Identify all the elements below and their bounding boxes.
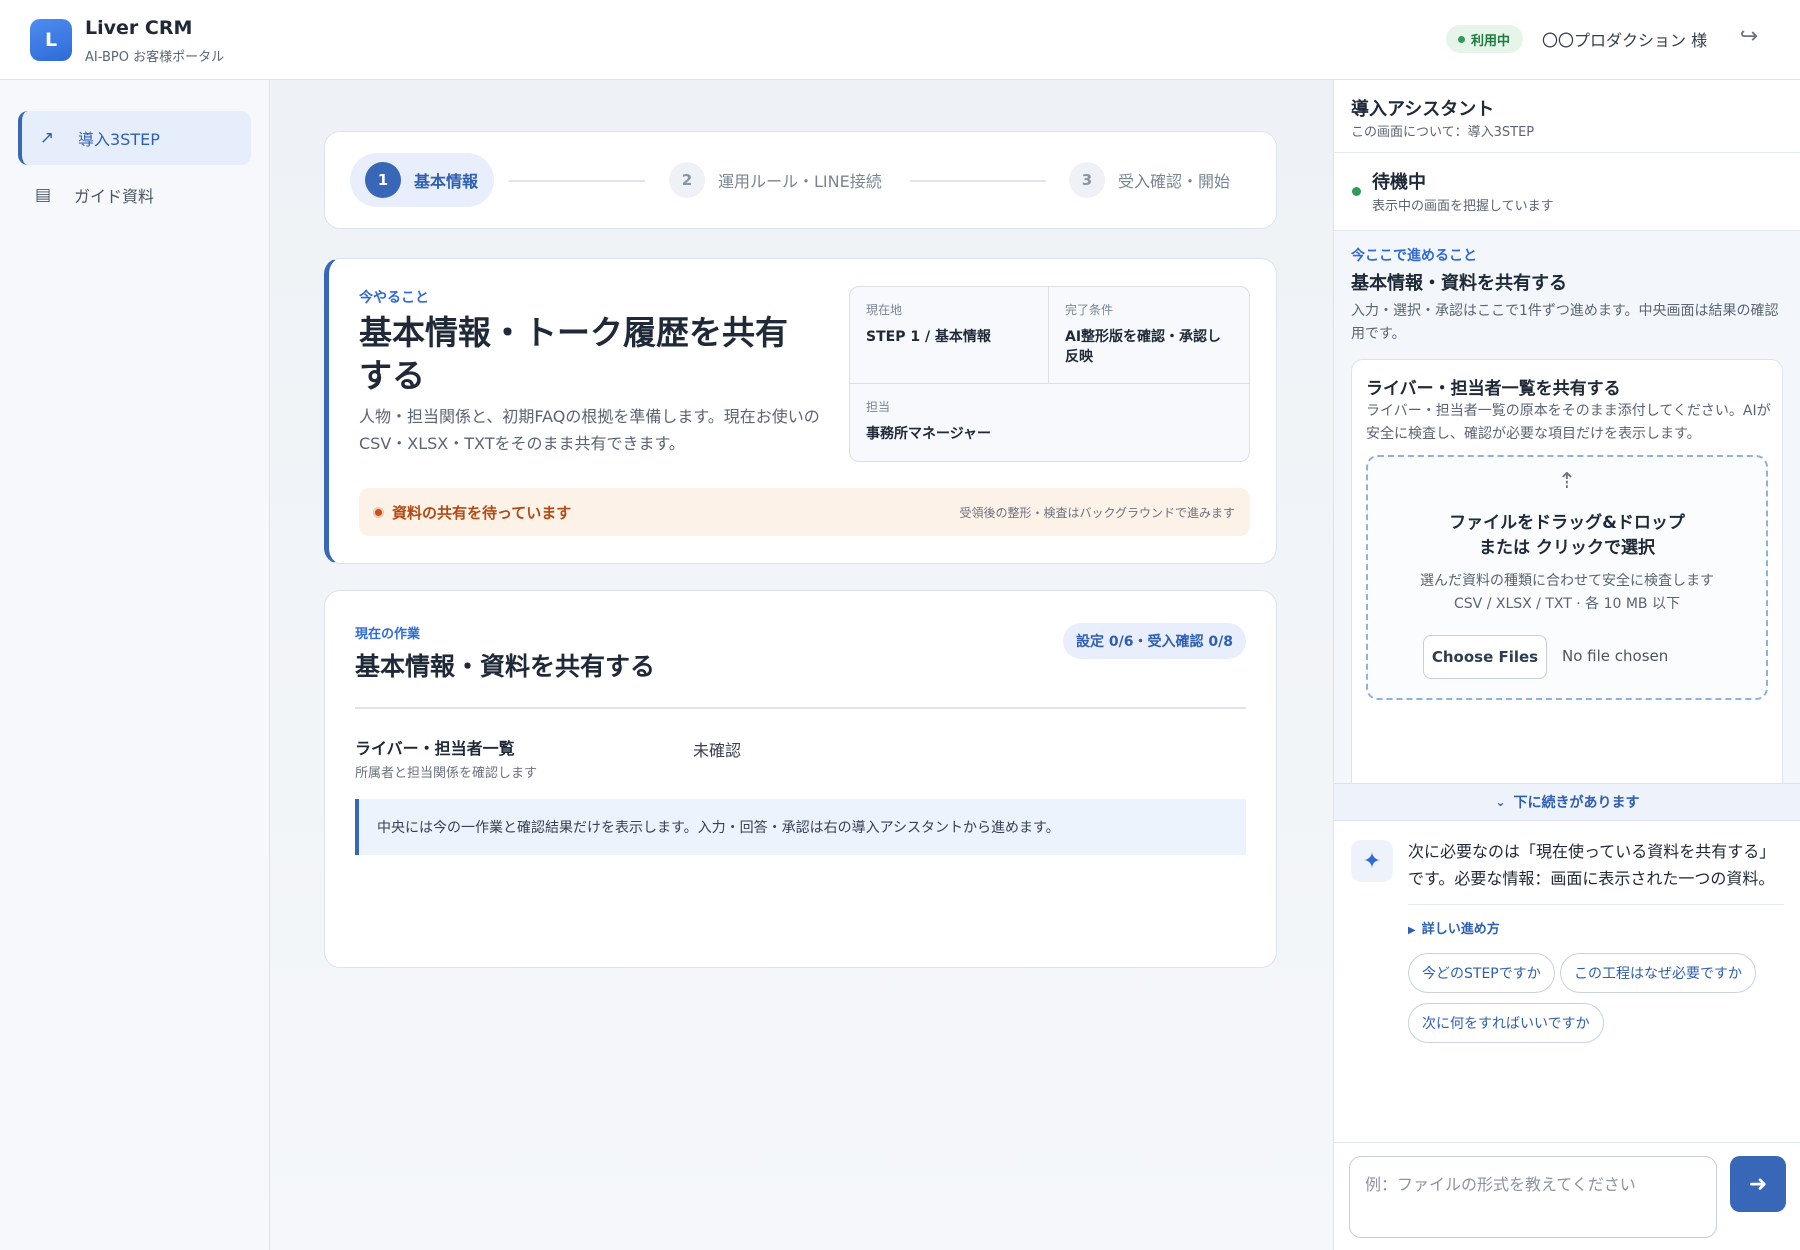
upload-title: ライバー・担当者一覧を共有する (1366, 379, 1621, 399)
detail-toggle[interactable]: ▶ 詳しい進め方 (1408, 918, 1500, 937)
app-logo: L (30, 19, 72, 61)
sidebar: ↗ 導入3STEP ▤ ガイド資料 (0, 80, 270, 1250)
assistant-title: 導入アシスタント (1351, 99, 1495, 120)
ai-sparkle-icon: ✦ (1351, 840, 1393, 882)
info-owner: 担当 事務所マネージャー (850, 384, 1249, 461)
trend-arrow-icon: ↗ (39, 128, 55, 148)
send-arrow-icon: ➜ (1748, 1171, 1768, 1197)
upload-arrow-icon: ⇡ (1557, 469, 1577, 494)
alert-dot-icon (373, 506, 384, 518)
current-task-description: 人物・担当関係と、初期FAQの根拠を準備します。現在お使いのCSV・XLSX・T… (359, 407, 820, 453)
info-value: AI整形版を確認・承認し反映 (1065, 329, 1222, 365)
current-task-title: 基本情報・トーク履歴を共有する (359, 313, 788, 395)
main-content: 1 基本情報 2 運用ルール・LINE接続 3 受入確認・開始 今やること 基本… (271, 80, 1333, 1250)
dropzone-title: ファイルをドラッグ&ドロップ または クリックで選択 (1368, 511, 1766, 561)
assistant-scroll-area[interactable]: 今ここで進めること 基本情報・資料を共有する 入力・選択・承認はここで1件ずつ進… (1334, 231, 1800, 783)
info-value: STEP 1 / 基本情報 (866, 329, 991, 345)
divider (355, 707, 1246, 709)
dropzone-desc-line-1: 選んだ資料の種類に合わせて安全に検査します (1420, 573, 1714, 589)
assistant-panel: 導入アシスタント この画面について：導入3STEP 待機中 表示中の画面を把握し… (1333, 80, 1800, 1250)
upload-description: ライバー・担当者一覧の原本をそのまま添付してください。AIが安全に検査し、確認が… (1366, 403, 1771, 442)
step-label: 運用ルール・LINE接続 (718, 172, 882, 191)
divider (1408, 904, 1784, 905)
status-badge: 利用中 (1446, 25, 1524, 53)
step-number: 2 (669, 162, 705, 198)
step-label: 基本情報 (414, 172, 479, 191)
step-label: 受入確認・開始 (1118, 172, 1231, 191)
task-info-grid: 現在地 STEP 1 / 基本情報 完了条件 AI整形版を確認・承認し反映 担当… (849, 286, 1250, 462)
work-card: 現在の作業 基本情報・資料を共有する 設定 0/6・受入確認 0/8 ライバー・… (324, 590, 1277, 968)
work-item-status: 未確認 (693, 741, 742, 760)
work-title: 基本情報・資料を共有する (355, 652, 656, 681)
sidebar-item-setup-3step[interactable]: ↗ 導入3STEP (18, 111, 251, 165)
status-dot-icon (1458, 35, 1465, 43)
step-number: 3 (1069, 162, 1105, 198)
current-task-label: 今やること (359, 290, 429, 306)
here-description: 入力・選択・承認はここで1件ずつ進めます。中央画面は結果の確認用です。 (1351, 303, 1779, 342)
document-icon: ▤ (34, 185, 52, 205)
sidebar-item-label: ガイド資料 (74, 187, 155, 206)
step-3[interactable]: 3 受入確認・開始 (1069, 153, 1230, 207)
send-button[interactable]: ➜ (1730, 1156, 1786, 1212)
current-task-card: 今やること 基本情報・トーク履歴を共有する 人物・担当関係と、初期FAQの根拠を… (324, 258, 1277, 564)
sidebar-item-guide[interactable]: ▤ ガイド資料 (18, 168, 251, 222)
idle-subtitle: 表示中の画面を把握しています (1372, 199, 1554, 214)
choose-files-button[interactable]: Choose Files (1423, 635, 1547, 679)
here-label: 今ここで進めること (1351, 248, 1477, 264)
info-note: 中央には今の一作業と確認結果だけを表示します。入力・回答・承認は右の導入アシスタ… (355, 799, 1246, 855)
stepper: 1 基本情報 2 運用ルール・LINE接続 3 受入確認・開始 (324, 131, 1277, 229)
suggestion-chip[interactable]: この工程はなぜ必要ですか (1560, 953, 1756, 993)
sidebar-item-label: 導入3STEP (78, 130, 160, 149)
scroll-more-label: 下に続きがあります (1513, 795, 1640, 811)
here-title: 基本情報・資料を共有する (1351, 273, 1567, 294)
alert-message: 資料の共有を待っています (392, 503, 572, 522)
user-name: 〇〇プロダクション 様 (1542, 31, 1708, 50)
step-1[interactable]: 1 基本情報 (350, 153, 495, 207)
info-value: 事務所マネージャー (866, 426, 992, 442)
dropzone-title-line-1: ファイルをドラッグ&ドロップ (1449, 513, 1685, 533)
step-connector (910, 180, 1046, 182)
suggestion-chip[interactable]: 今どのSTEPですか (1408, 953, 1555, 993)
alert-note: 受領後の整形・検査はバックグラウンドで進みます (959, 505, 1235, 520)
upload-card: ライバー・担当者一覧を共有する ライバー・担当者一覧の原本をそのまま添付してくだ… (1351, 359, 1783, 783)
step-connector (509, 180, 645, 182)
info-key: 担当 (866, 400, 891, 414)
work-item-name: ライバー・担当者一覧 (355, 739, 515, 758)
assistant-subtitle: この画面について：導入3STEP (1351, 125, 1535, 140)
dropzone-title-line-2: または クリックで選択 (1479, 538, 1655, 558)
no-file-label: No file chosen (1562, 647, 1669, 665)
chat-input[interactable] (1349, 1156, 1717, 1238)
app-title: Liver CRM (85, 17, 193, 39)
logout-icon[interactable]: ↪ (1735, 22, 1763, 50)
dropzone-description: 選んだ資料の種類に合わせて安全に検査します CSV / XLSX / TXT ·… (1368, 570, 1766, 616)
work-item-sub: 所属者と担当関係を確認します (355, 766, 538, 781)
chevron-down-icon: ⌄ (1495, 795, 1506, 809)
scroll-more-button[interactable]: ⌄ 下に続きがあります (1334, 783, 1800, 821)
assistant-message: 次に必要なのは「現在使っている資料を共有する」です。必要な情報：画面に表示された… (1408, 842, 1776, 888)
dropzone-desc-line-2: CSV / XLSX / TXT · 各 10 MB 以下 (1454, 596, 1680, 612)
detail-toggle-label: 詳しい進め方 (1421, 922, 1500, 937)
suggestion-chip[interactable]: 次に何をすればいいですか (1408, 1003, 1604, 1043)
info-location: 現在地 STEP 1 / 基本情報 (850, 287, 1049, 384)
triangle-right-icon: ▶ (1408, 925, 1416, 936)
file-dropzone[interactable]: ⇡ ファイルをドラッグ&ドロップ または クリックで選択 選んだ資料の種類に合わ… (1366, 455, 1768, 700)
info-completion: 完了条件 AI整形版を確認・承認し反映 (1049, 287, 1249, 384)
app-subtitle: AI-BPO お客様ポータル (85, 50, 225, 65)
divider (1334, 1142, 1800, 1143)
divider (1334, 152, 1800, 153)
progress-badge: 設定 0/6・受入確認 0/8 (1063, 623, 1246, 659)
app-header: L Liver CRM AI-BPO お客様ポータル 利用中 〇〇プロダクション… (0, 0, 1800, 80)
info-key: 現在地 (866, 303, 903, 317)
idle-title: 待機中 (1372, 172, 1426, 193)
work-label: 現在の作業 (355, 627, 421, 642)
status-label: 利用中 (1471, 33, 1511, 49)
waiting-alert: 資料の共有を待っています 受領後の整形・検査はバックグラウンドで進みます (359, 488, 1250, 536)
idle-status-dot-icon (1352, 187, 1361, 196)
info-key: 完了条件 (1065, 303, 1114, 317)
step-number: 1 (365, 162, 401, 198)
step-2[interactable]: 2 運用ルール・LINE接続 (669, 153, 882, 207)
